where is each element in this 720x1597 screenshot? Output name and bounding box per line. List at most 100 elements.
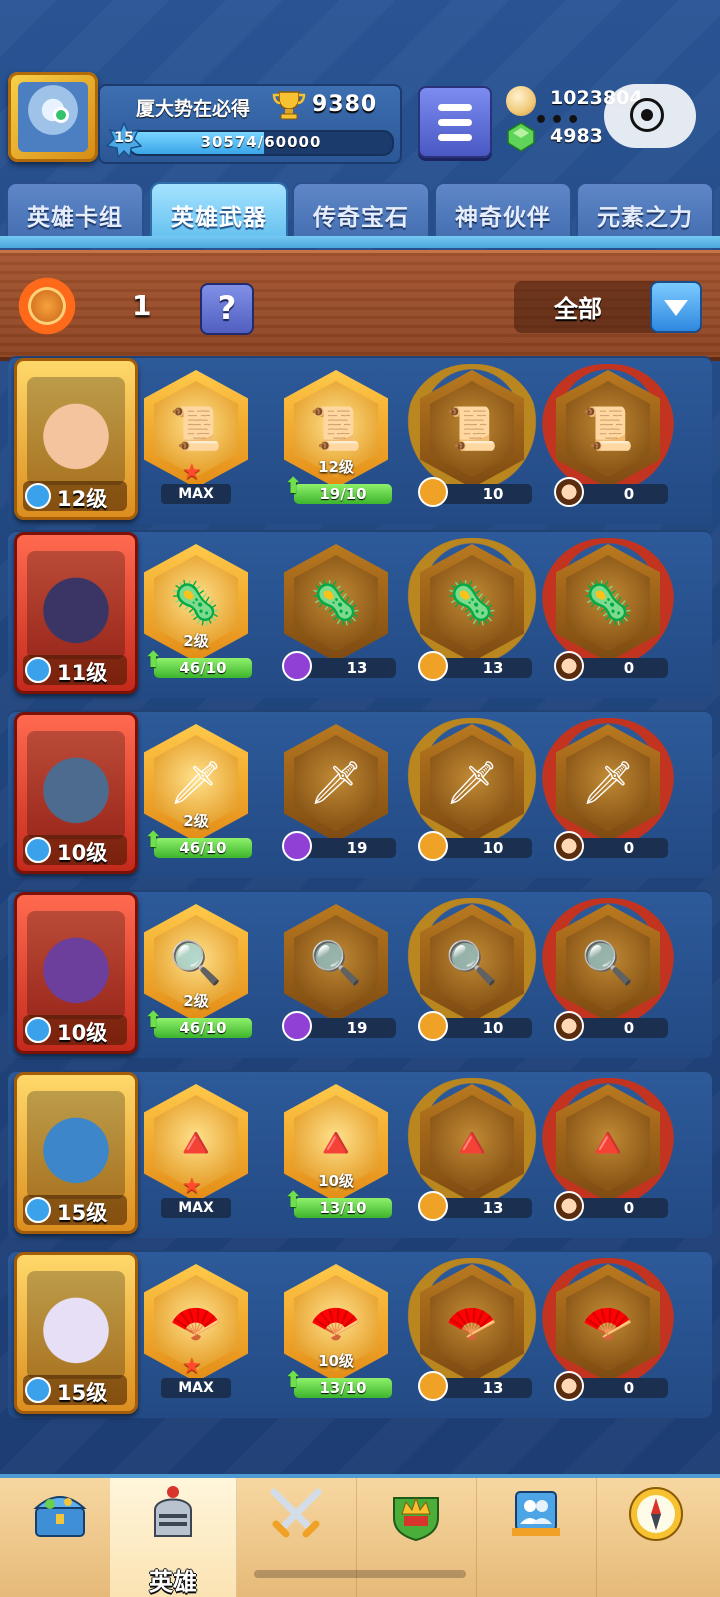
hero-shard-icon <box>554 831 584 861</box>
player-avatar[interactable] <box>8 72 98 162</box>
tab-magic-partners[interactable]: 神奇伙伴 <box>434 182 572 238</box>
evolve-token-icon <box>418 477 448 507</box>
unlock-cost: 0 <box>554 651 668 681</box>
home-indicator <box>254 1570 466 1578</box>
nav-ranking[interactable] <box>356 1478 477 1597</box>
unlock-cost: 10 <box>418 1011 532 1041</box>
upgrade-progress: 13/10 <box>294 1198 392 1218</box>
weapon-slot[interactable]: 🔍 <box>284 904 388 1022</box>
element-icon <box>25 657 51 683</box>
hero-level-badge: 10级 <box>23 1015 127 1045</box>
hero-weapon-list: 12级 📜 ★ MAX 📜 12级 19/10 ⬆ 📜 10 📜 0 11级 🦠 2级 46/10 ⬆ 🦠 13 🦠 1… <box>0 356 720 1456</box>
unlock-cost: 13 <box>418 1371 532 1401</box>
nav-battle[interactable] <box>236 1478 357 1597</box>
weapon-icon: 🔺 <box>309 1118 363 1167</box>
unlock-cost: 0 <box>554 477 668 507</box>
hero-shard-icon <box>554 651 584 681</box>
upgrade-arrow-icon: ⬆ <box>144 828 163 853</box>
upgrade-arrow-icon: ⬆ <box>144 1008 163 1033</box>
tab-label: 神奇伙伴 <box>455 205 551 231</box>
max-label: MAX <box>161 1378 231 1398</box>
tab-legend-gems[interactable]: 传奇宝石 <box>292 182 430 238</box>
hero-card[interactable]: 11级 <box>14 532 138 694</box>
close-target-icon[interactable] <box>630 98 664 132</box>
tab-hero-weapons[interactable]: 英雄武器 <box>150 182 288 238</box>
weapon-icon: 🦠 <box>309 578 363 627</box>
hero-card[interactable]: 15级 <box>14 1252 138 1414</box>
upgrade-arrow-icon: ⬆ <box>284 1368 303 1393</box>
hero-portrait <box>27 1091 125 1199</box>
cost-count: 10 <box>482 1019 504 1037</box>
hero-level: 10级 <box>57 841 108 865</box>
weapon-icon: 🔍 <box>309 938 363 987</box>
hero-row: 15级 🪭 ★ MAX 🪭 10级 13/10 ⬆ 🪭 13 🪭 0 <box>8 1250 712 1418</box>
menu-button[interactable] <box>418 86 492 158</box>
star-icon: ★ <box>182 1354 202 1379</box>
help-button[interactable]: ? <box>200 283 254 335</box>
evolve-token-icon <box>418 651 448 681</box>
hero-level: 10级 <box>57 1021 108 1045</box>
upgrade-progress: 19/10 <box>294 484 392 504</box>
weapon-icon: 🪭 <box>445 1298 499 1347</box>
tab-label: 传奇宝石 <box>313 205 409 231</box>
hero-row: 10级 🗡 2级 46/10 ⬆ 🗡 19 🗡 10 🗡 0 <box>8 710 712 878</box>
progress-text: 46/10 <box>179 1019 227 1037</box>
unlock-cost: 10 <box>418 477 532 507</box>
weapon-icon: 🗡 <box>309 758 363 807</box>
unlock-cost: 19 <box>282 1011 396 1041</box>
chevron-down-icon[interactable] <box>650 281 702 333</box>
cost-count: 13 <box>482 1199 504 1217</box>
progress-text: 13/10 <box>319 1199 367 1217</box>
hero-level: 15级 <box>57 1381 108 1405</box>
upgrade-progress: 46/10 <box>154 838 252 858</box>
more-dots-icon[interactable]: ••• <box>534 108 582 133</box>
cost-count: 19 <box>346 1019 368 1037</box>
progress-text: 13/10 <box>319 1379 367 1397</box>
weapon-slot[interactable]: 🗡 <box>284 724 388 842</box>
weapon-icon: 📜 <box>581 404 635 453</box>
player-name: 厦大势在必得 <box>136 98 251 120</box>
unlock-cost: 0 <box>554 1011 668 1041</box>
hero-card[interactable]: 10级 <box>14 892 138 1054</box>
purple-gem-icon <box>282 831 312 861</box>
tab-hero-deck[interactable]: 英雄卡组 <box>6 182 144 238</box>
help-label: ? <box>217 289 237 327</box>
hero-row: 10级 🔍 2级 46/10 ⬆ 🔍 19 🔍 10 🔍 0 <box>8 890 712 1058</box>
element-icon <box>25 1197 51 1223</box>
hero-card[interactable]: 15级 <box>14 1072 138 1234</box>
weapon-icon: 🪭 <box>169 1298 223 1347</box>
filter-select[interactable]: 全部 <box>514 281 702 333</box>
progress-text: 19/10 <box>319 485 367 503</box>
weapon-slot[interactable]: 🦠 <box>284 544 388 662</box>
cost-count: 19 <box>346 839 368 857</box>
cost-count: 13 <box>482 659 504 677</box>
weapon-icon: 🔍 <box>445 938 499 987</box>
nav-social[interactable] <box>476 1478 597 1597</box>
hero-card[interactable]: 12级 <box>14 358 138 520</box>
nav-explore[interactable] <box>596 1478 716 1597</box>
element-icon <box>25 1017 51 1043</box>
hero-card[interactable]: 10级 <box>14 712 138 874</box>
tab-element-power[interactable]: 元素之力 <box>576 182 714 238</box>
weapon-icon: 🗡 <box>169 758 223 807</box>
cost-count: 13 <box>346 659 368 677</box>
weapon-icon: 📜 <box>309 404 363 453</box>
header: 厦大势在必得 9380 30574/60000 15 1023804 4983 … <box>0 0 720 180</box>
weapon-icon: 🔍 <box>169 938 223 987</box>
hero-level-badge: 10级 <box>23 835 127 865</box>
nav-hero[interactable]: 英雄 <box>110 1478 237 1597</box>
upgrade-progress: 13/10 <box>294 1378 392 1398</box>
filter-label: 全部 <box>554 295 602 323</box>
tab-label: 元素之力 <box>597 205 693 231</box>
hero-shard-icon <box>554 1371 584 1401</box>
hero-portrait <box>27 377 125 485</box>
profile-panel[interactable]: 厦大势在必得 9380 30574/60000 <box>98 84 402 164</box>
xp-bar: 30574/60000 <box>128 130 394 156</box>
fire-count: 1 <box>132 289 152 322</box>
bottom-nav: 英雄 <box>0 1474 720 1597</box>
crossed-swords-icon <box>270 1488 322 1538</box>
star-icon: ★ <box>182 1174 202 1199</box>
hero-row: 15级 🔺 ★ MAX 🔺 10级 13/10 ⬆ 🔺 13 🔺 0 <box>8 1070 712 1238</box>
nav-shop[interactable] <box>0 1478 121 1597</box>
menu-line <box>438 119 472 126</box>
